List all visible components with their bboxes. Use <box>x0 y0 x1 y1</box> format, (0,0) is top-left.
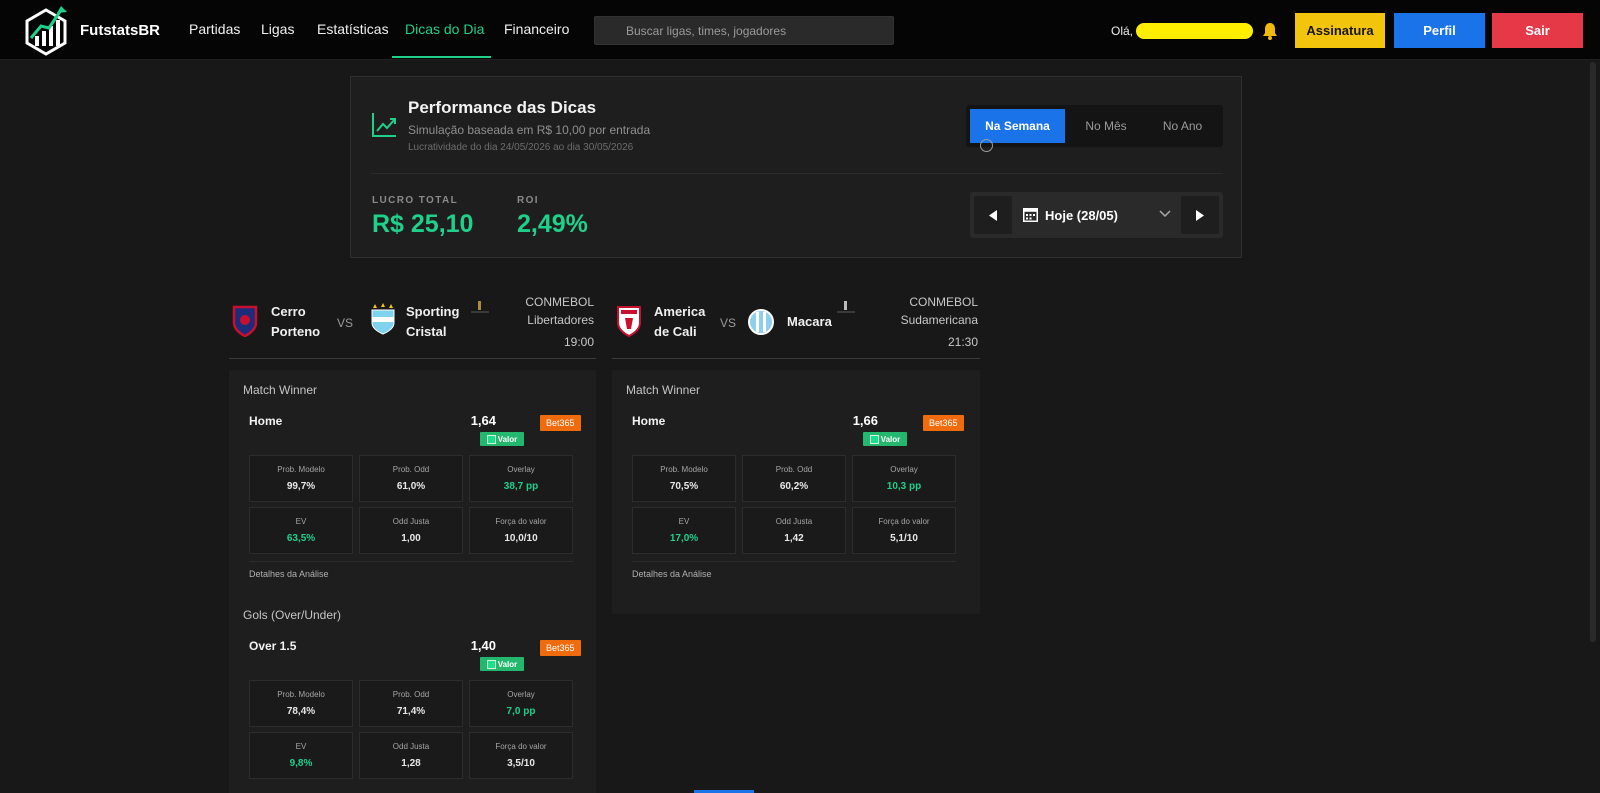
match-header[interactable]: America de Cali VS Macara CONMEBOL Sudamer… <box>612 285 980 359</box>
cerro-porteno-crest-icon <box>232 305 258 337</box>
bookmaker-badge[interactable]: Bet365 <box>923 415 964 431</box>
performance-panel: Performance das Dicas Simulação baseada … <box>350 76 1242 258</box>
odd-value: 1,64 <box>470 413 496 428</box>
stat-cell: Força do valor 5,1/10 <box>852 507 956 554</box>
check-icon <box>869 434 879 444</box>
period-tab-group: Na Semana No Mês No Ano <box>966 105 1223 147</box>
vs-label: VS <box>337 316 354 330</box>
match-time: 21:30 <box>947 335 978 349</box>
user-greeting: Olá, <box>1111 24 1134 38</box>
tab-na-semana[interactable]: Na Semana <box>970 109 1065 143</box>
bet-name: Home <box>632 414 666 428</box>
value-badge: Valor <box>480 657 524 671</box>
odd-value: 1,66 <box>852 413 878 428</box>
profit-label: LUCRO TOTAL <box>372 195 459 206</box>
performance-period: Lucratividade do dia 24/05/2026 ao dia 3… <box>408 142 634 153</box>
section-title: Match Winner <box>243 383 318 397</box>
odd-value: 1,40 <box>470 638 496 653</box>
stat-cell: Prob. Odd 60,2% <box>742 455 846 502</box>
selected-date[interactable]: Hoje (28/05) <box>1045 208 1118 223</box>
stat-cell: Prob. Modelo 99,7% <box>249 455 353 502</box>
match-time: 19:00 <box>563 335 594 349</box>
macara-crest-icon <box>748 309 774 335</box>
next-day-button[interactable] <box>1181 196 1219 234</box>
tab-no-mes[interactable]: No Mês <box>1069 109 1143 143</box>
profile-button[interactable]: Perfil <box>1394 13 1485 48</box>
date-selector: Hoje (28/05) <box>970 192 1223 238</box>
top-navbar: FutstatsBR Partidas Ligas Estatísticas D… <box>0 0 1600 60</box>
divider <box>249 561 573 562</box>
roi-label: ROI <box>517 195 539 206</box>
active-nav-indicator <box>392 56 491 58</box>
nav-link-ligas[interactable]: Ligas <box>261 21 294 37</box>
performance-subtitle: Simulação baseada em R$ 10,00 por entrad… <box>408 123 651 137</box>
value-badge: Valor <box>480 432 524 446</box>
bet-name: Over 1.5 <box>249 639 297 653</box>
chevron-down-icon[interactable] <box>1159 210 1171 218</box>
futstats-logo-icon[interactable] <box>23 4 69 58</box>
trending-up-icon <box>372 113 396 137</box>
stat-cell: Prob. Odd 61,0% <box>359 455 463 502</box>
away-team-name: Sporting Cristal <box>406 304 460 339</box>
panel-divider <box>371 173 1223 174</box>
section-title: Match Winner <box>626 383 701 397</box>
brand-name[interactable]: FutstatsBR <box>80 22 160 39</box>
stat-cell: Força do valor 3,5/10 <box>469 732 573 779</box>
home-team-name: America de Cali <box>654 304 706 339</box>
redacted-username <box>1136 23 1253 39</box>
bet-name: Home <box>249 414 283 428</box>
home-team-name: Cerro Porteno <box>271 304 321 339</box>
page-scrollbar[interactable] <box>1590 62 1596 642</box>
check-icon <box>486 659 496 669</box>
nav-link-estatisticas[interactable]: Estatísticas <box>317 21 389 37</box>
notification-bell-icon[interactable] <box>1262 22 1278 40</box>
league-name: CONMEBOL Sudamericana <box>900 295 978 327</box>
bookmaker-badge[interactable]: Bet365 <box>540 415 581 431</box>
search-input[interactable] <box>594 16 894 45</box>
roi-value: 2,49% <box>517 210 588 238</box>
stat-cell: Overlay 10,3 pp <box>852 455 956 502</box>
divider <box>632 561 956 562</box>
previous-day-button[interactable] <box>974 196 1012 234</box>
stat-cell: EV 63,5% <box>249 507 353 554</box>
america-de-cali-crest-icon <box>617 306 641 337</box>
stat-cell: Odd Justa 1,42 <box>742 507 846 554</box>
subscription-button[interactable]: Assinatura <box>1295 13 1385 48</box>
check-icon <box>486 434 496 444</box>
calendar-icon <box>1023 208 1038 222</box>
away-team-name: Macara <box>787 314 832 329</box>
profit-value: R$ 25,10 <box>372 210 474 238</box>
section-title: Gols (Over/Under) <box>243 608 342 622</box>
bookmaker-badge[interactable]: Bet365 <box>540 640 581 656</box>
match-tips-card: Match Winner Home 1,64 Bet365 Valor Prob… <box>229 370 596 793</box>
chevron-left-icon <box>989 209 997 221</box>
stat-cell: Odd Justa 1,00 <box>359 507 463 554</box>
chevron-right-icon <box>1196 209 1204 221</box>
logout-button[interactable]: Sair <box>1492 13 1583 48</box>
stat-cell: Força do valor 10,0/10 <box>469 507 573 554</box>
analysis-details-link[interactable]: Detalhes da Análise <box>632 569 712 579</box>
stat-cell: Prob. Odd 71,4% <box>359 680 463 727</box>
league-name: CONMEBOL Libertadores <box>525 295 594 327</box>
mouse-cursor-indicator <box>980 139 993 152</box>
analysis-details-link[interactable]: Detalhes da Análise <box>249 569 329 579</box>
stat-cell: Overlay 7,0 pp <box>469 680 573 727</box>
sporting-cristal-crest-icon <box>371 303 395 335</box>
stat-cell: Overlay 38,7 pp <box>469 455 573 502</box>
match-tips-card: Match Winner Home 1,66 Bet365 Valor Prob… <box>612 370 980 614</box>
tab-no-ano[interactable]: No Ano <box>1146 109 1219 143</box>
nav-link-financeiro[interactable]: Financeiro <box>504 21 569 37</box>
value-badge: Valor <box>863 432 907 446</box>
stat-cell: Prob. Modelo 70,5% <box>632 455 736 502</box>
performance-title: Performance das Dicas <box>408 98 597 117</box>
stat-cell: EV 9,8% <box>249 732 353 779</box>
stat-cell: EV 17,0% <box>632 507 736 554</box>
stat-cell: Odd Justa 1,28 <box>359 732 463 779</box>
nav-link-partidas[interactable]: Partidas <box>189 21 240 37</box>
vs-label: VS <box>720 316 737 330</box>
match-header[interactable]: Cerro Porteno VS Sporting Cristal CONMEBOL… <box>229 285 596 359</box>
nav-link-dicas-do-dia[interactable]: Dicas do Dia <box>405 21 484 37</box>
stat-cell: Prob. Modelo 78,4% <box>249 680 353 727</box>
trophy-icon <box>837 301 855 313</box>
